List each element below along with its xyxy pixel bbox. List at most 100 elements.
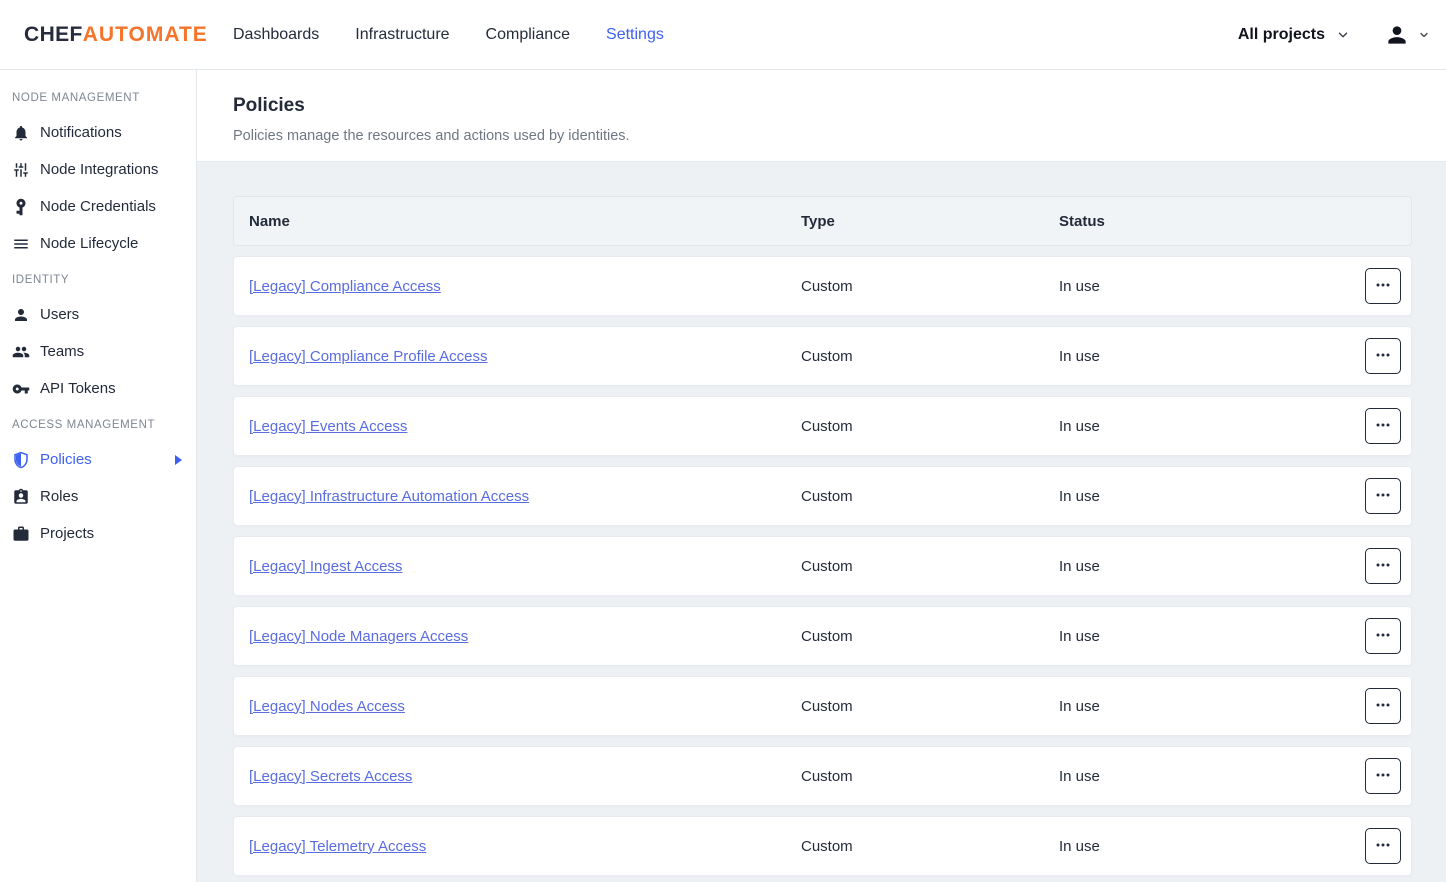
more-horizontal-icon bbox=[1375, 347, 1391, 366]
policy-name-link[interactable]: [Legacy] Compliance Profile Access bbox=[249, 348, 487, 365]
policy-type: Custom bbox=[786, 418, 1044, 435]
policy-status: In use bbox=[1044, 418, 1349, 435]
policy-status: In use bbox=[1044, 628, 1349, 645]
row-actions-button[interactable] bbox=[1365, 758, 1401, 794]
table-row: [Legacy] Compliance AccessCustomIn use bbox=[233, 256, 1412, 316]
app-logo[interactable]: CHEFAUTOMATE bbox=[24, 23, 208, 47]
main-nav: Dashboards Infrastructure Compliance Settin… bbox=[233, 26, 664, 44]
row-actions-button[interactable] bbox=[1365, 548, 1401, 584]
header-right: All projects bbox=[1238, 22, 1430, 48]
row-actions-button[interactable] bbox=[1365, 338, 1401, 374]
sidebar-item-policies[interactable]: Policies bbox=[0, 441, 196, 478]
sidebar-item-label: Policies bbox=[40, 451, 92, 468]
policy-name-link[interactable]: [Legacy] Events Access bbox=[249, 418, 407, 435]
more-horizontal-icon bbox=[1375, 697, 1391, 716]
policy-type: Custom bbox=[786, 698, 1044, 715]
policy-name-link[interactable]: [Legacy] Secrets Access bbox=[249, 768, 412, 785]
sidebar-item-label: Roles bbox=[40, 488, 78, 505]
sidebar-item-users[interactable]: Users bbox=[0, 296, 196, 333]
sidebar-item-label: Node Credentials bbox=[40, 198, 156, 215]
sidebar-item-teams[interactable]: Teams bbox=[0, 333, 196, 370]
projects-filter-label: All projects bbox=[1238, 26, 1325, 44]
policy-type: Custom bbox=[786, 838, 1044, 855]
policy-status: In use bbox=[1044, 838, 1349, 855]
projects-filter-dropdown[interactable]: All projects bbox=[1238, 26, 1350, 44]
person-icon bbox=[1384, 22, 1410, 48]
column-header-type: Type bbox=[786, 213, 1044, 230]
policy-name-link[interactable]: [Legacy] Nodes Access bbox=[249, 698, 405, 715]
user-menu[interactable] bbox=[1384, 22, 1430, 48]
badge-icon bbox=[12, 488, 30, 506]
bell-icon bbox=[12, 124, 30, 142]
policy-name-link[interactable]: [Legacy] Telemetry Access bbox=[249, 838, 426, 855]
more-horizontal-icon bbox=[1375, 767, 1391, 786]
chevron-down-icon bbox=[1336, 28, 1350, 42]
column-header-name: Name bbox=[234, 213, 786, 230]
group-icon bbox=[12, 343, 30, 361]
page-title: Policies bbox=[233, 95, 1410, 117]
row-actions-button[interactable] bbox=[1365, 828, 1401, 864]
policy-type: Custom bbox=[786, 348, 1044, 365]
sidebar-item-node-lifecycle[interactable]: Node Lifecycle bbox=[0, 225, 196, 262]
arrow-right-icon bbox=[175, 455, 182, 465]
row-actions-button[interactable] bbox=[1365, 688, 1401, 724]
policy-name-link[interactable]: [Legacy] Compliance Access bbox=[249, 278, 441, 295]
sidebar-item-label: API Tokens bbox=[40, 380, 116, 397]
sidebar-item-notifications[interactable]: Notifications bbox=[0, 114, 196, 151]
page-header: Policies Policies manage the resources a… bbox=[197, 70, 1446, 162]
policy-status: In use bbox=[1044, 488, 1349, 505]
policy-name-link[interactable]: [Legacy] Ingest Access bbox=[249, 558, 402, 575]
sidebar-section-access-management: ACCESS MANAGEMENT Policies Roles Projects bbox=[0, 415, 196, 552]
policy-status: In use bbox=[1044, 348, 1349, 365]
briefcase-icon bbox=[12, 525, 30, 543]
table-row: [Legacy] Compliance Profile Access Custom… bbox=[233, 326, 1412, 386]
table-row: [Legacy] Node Managers AccessCustomIn us… bbox=[233, 606, 1412, 666]
policies-table-area: Name Type Status [Legacy] Compliance Acc… bbox=[197, 162, 1446, 882]
row-actions-button[interactable] bbox=[1365, 268, 1401, 304]
chevron-down-icon bbox=[1418, 29, 1430, 41]
sidebar-section-title: IDENTITY bbox=[0, 270, 196, 290]
sidebar-item-api-tokens[interactable]: API Tokens bbox=[0, 370, 196, 407]
row-actions-button[interactable] bbox=[1365, 618, 1401, 654]
sidebar-section-title: NODE MANAGEMENT bbox=[0, 88, 196, 108]
sidebar-section-identity: IDENTITY Users Teams API Tokens bbox=[0, 270, 196, 407]
sidebar-item-roles[interactable]: Roles bbox=[0, 478, 196, 515]
page-subtitle: Policies manage the resources and action… bbox=[233, 128, 1410, 144]
sidebar-item-projects[interactable]: Projects bbox=[0, 515, 196, 552]
nav-infrastructure[interactable]: Infrastructure bbox=[355, 26, 449, 44]
sidebar-section-title: ACCESS MANAGEMENT bbox=[0, 415, 196, 435]
person-icon bbox=[12, 306, 30, 324]
sidebar-item-label: Projects bbox=[40, 525, 94, 542]
row-actions-button[interactable] bbox=[1365, 478, 1401, 514]
row-actions-button[interactable] bbox=[1365, 408, 1401, 444]
policy-status: In use bbox=[1044, 768, 1349, 785]
key-icon bbox=[12, 380, 30, 398]
more-horizontal-icon bbox=[1375, 487, 1391, 506]
sliders-icon bbox=[12, 161, 30, 179]
main-content: Policies Policies manage the resources a… bbox=[197, 70, 1446, 882]
nav-compliance[interactable]: Compliance bbox=[486, 26, 570, 44]
sidebar-item-label: Users bbox=[40, 306, 79, 323]
policy-name-link[interactable]: [Legacy] Infrastructure Automation Acces… bbox=[249, 488, 529, 505]
logo-chef: CHEF bbox=[24, 23, 83, 46]
more-horizontal-icon bbox=[1375, 557, 1391, 576]
list-icon bbox=[12, 235, 30, 253]
table-body: [Legacy] Compliance AccessCustomIn use[L… bbox=[233, 256, 1412, 876]
table-row: [Legacy] Events Access CustomIn use bbox=[233, 396, 1412, 456]
sidebar-item-label: Node Integrations bbox=[40, 161, 158, 178]
key-vertical-icon bbox=[12, 198, 30, 216]
nav-dashboards[interactable]: Dashboards bbox=[233, 26, 319, 44]
sidebar-item-node-integrations[interactable]: Node Integrations bbox=[0, 151, 196, 188]
policy-type: Custom bbox=[786, 488, 1044, 505]
policy-type: Custom bbox=[786, 558, 1044, 575]
more-horizontal-icon bbox=[1375, 627, 1391, 646]
nav-settings[interactable]: Settings bbox=[606, 26, 664, 44]
policy-status: In use bbox=[1044, 698, 1349, 715]
sidebar-item-node-credentials[interactable]: Node Credentials bbox=[0, 188, 196, 225]
policy-type: Custom bbox=[786, 278, 1044, 295]
table-row: [Legacy] Ingest AccessCustomIn use bbox=[233, 536, 1412, 596]
policy-name-link[interactable]: [Legacy] Node Managers Access bbox=[249, 628, 468, 645]
table-row: [Legacy] Secrets AccessCustomIn use bbox=[233, 746, 1412, 806]
column-header-status: Status bbox=[1044, 213, 1349, 230]
more-horizontal-icon bbox=[1375, 277, 1391, 296]
